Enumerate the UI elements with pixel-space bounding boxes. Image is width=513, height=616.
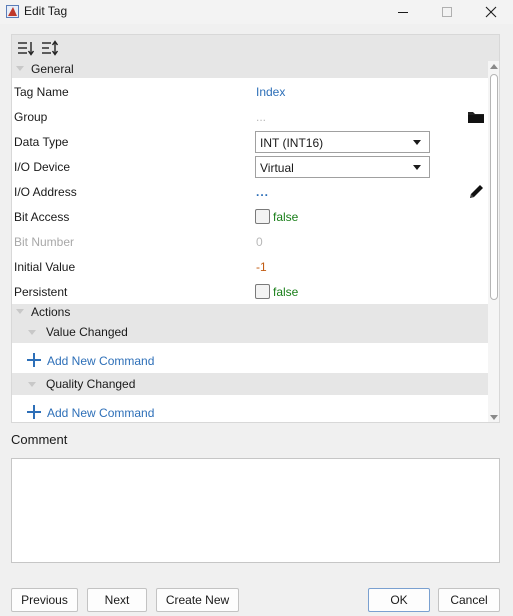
add-new-command-label: Add New Command [47,406,155,420]
category-actions[interactable]: Actions [12,304,488,321]
sort-alphabetical-icon [42,40,59,56]
data-type-selected: INT (INT16) [260,136,324,150]
property-label: Bit Number [14,235,75,249]
category-general[interactable]: General [12,61,488,78]
pencil-icon [470,185,483,198]
property-label: Group [14,110,48,124]
maximize-button[interactable] [425,0,469,24]
close-icon [485,6,497,18]
property-bit-number: Bit Number 0 [12,230,488,255]
category-label: Actions [31,305,71,319]
property-label: Data Type [14,135,69,149]
subcategory-label: Value Changed [46,325,128,339]
bit-access-checkbox[interactable] [255,209,270,224]
minimize-button[interactable] [381,0,425,24]
app-logo-icon [6,5,19,18]
ok-button[interactable]: OK [368,588,430,612]
property-bit-access[interactable]: Bit Access false [12,205,488,230]
bit-access-value: false [273,210,299,224]
browse-group-button[interactable] [466,108,486,126]
title-bar: Edit Tag [0,0,513,24]
property-data-type[interactable]: Data Type INT (INT16) [12,130,488,155]
property-initial-value[interactable]: Initial Value -1 [12,255,488,280]
close-button[interactable] [469,0,513,24]
next-button[interactable]: Next [87,588,147,612]
scroll-down-icon[interactable] [490,415,498,420]
property-label: I/O Device [14,160,71,174]
property-group[interactable]: Group ... [12,105,488,130]
comment-label: Comment [11,432,68,447]
chevron-down-icon [413,140,421,145]
scroll-up-icon[interactable] [490,64,498,69]
edit-io-address-button[interactable] [466,183,486,201]
previous-button[interactable]: Previous [11,588,78,612]
bit-number-value: 0 [256,235,263,249]
property-label: I/O Address [14,185,77,199]
persistent-value: false [273,285,299,299]
chevron-down-icon [413,165,421,170]
collapse-arrow-icon[interactable] [28,330,36,335]
window-title: Edit Tag [24,4,68,18]
property-grid-content: General Tag Name Index Group ... Data Ty… [12,61,488,422]
property-label: Bit Access [14,210,70,224]
property-label: Initial Value [14,260,76,274]
sort-categorized-button[interactable] [16,39,36,57]
sort-alphabetical-button[interactable] [40,39,60,57]
io-device-selected: Virtual [260,161,294,175]
add-new-command-quality-changed[interactable]: Add New Command [12,399,488,422]
subcategory-label: Quality Changed [46,377,136,391]
io-device-dropdown[interactable]: Virtual [255,156,430,178]
collapse-arrow-icon[interactable] [16,309,24,314]
initial-value-value[interactable]: -1 [256,260,267,274]
property-io-address[interactable]: I/O Address ... [12,180,488,205]
collapse-arrow-icon[interactable] [28,382,36,387]
plus-icon [27,353,41,367]
add-new-command-value-changed[interactable]: Add New Command [12,347,488,373]
group-value[interactable]: ... [256,110,266,124]
persistent-checkbox[interactable] [255,284,270,299]
property-label: Tag Name [14,85,69,99]
minimize-icon [398,12,408,13]
property-io-device[interactable]: I/O Device Virtual [12,155,488,180]
tag-name-value[interactable]: Index [256,85,285,99]
data-type-dropdown[interactable]: INT (INT16) [255,131,430,153]
category-label: General [31,62,74,76]
io-address-value[interactable]: ... [256,185,269,199]
plus-icon [27,405,41,419]
maximize-icon [442,7,452,17]
folder-icon [468,112,484,123]
property-label: Persistent [14,285,68,299]
property-persistent[interactable]: Persistent false [12,280,488,305]
subcategory-value-changed[interactable]: Value Changed [12,321,488,343]
property-grid-toolbar [12,35,499,61]
property-grid: General Tag Name Index Group ... Data Ty… [11,34,500,423]
comment-textarea[interactable] [11,458,500,563]
collapse-arrow-icon[interactable] [16,66,24,71]
property-grid-scrollbar[interactable] [488,61,499,422]
subcategory-quality-changed[interactable]: Quality Changed [12,373,488,395]
create-new-button[interactable]: Create New [156,588,239,612]
sort-categorized-icon [18,42,35,56]
add-new-command-label: Add New Command [47,354,155,368]
property-tag-name[interactable]: Tag Name Index [12,80,488,105]
scrollbar-thumb[interactable] [490,74,498,300]
cancel-button[interactable]: Cancel [438,588,500,612]
